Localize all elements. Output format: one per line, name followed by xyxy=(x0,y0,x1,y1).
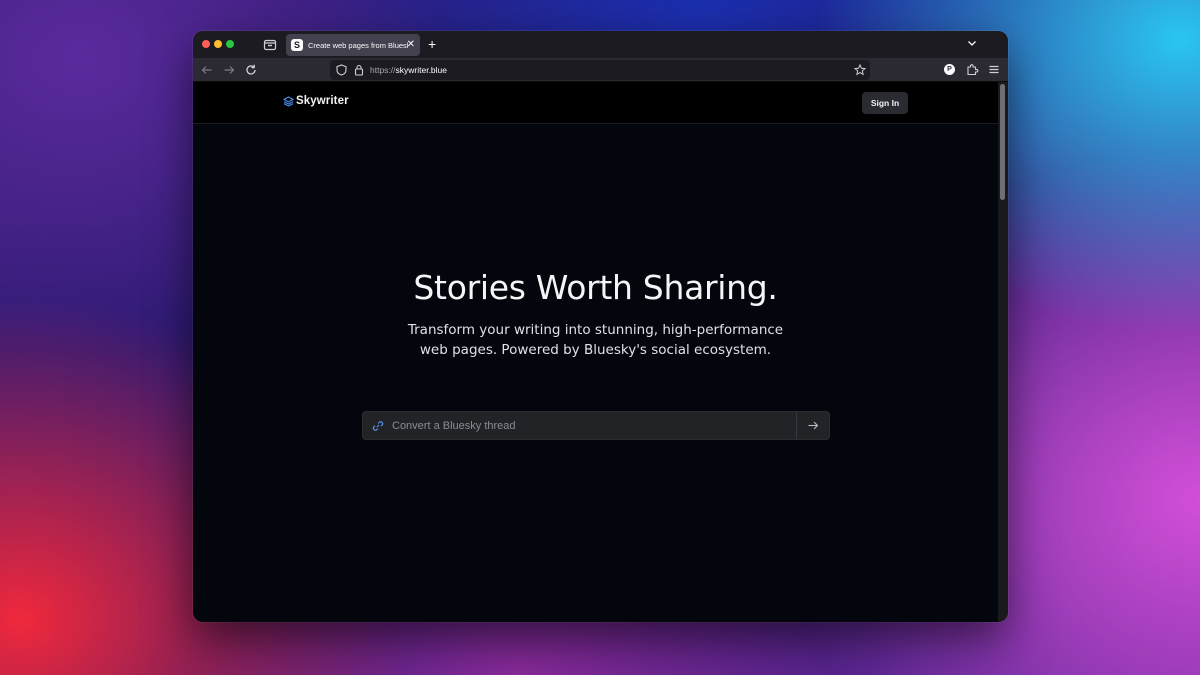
tab-favicon-icon: S xyxy=(291,39,303,51)
url-scheme: https:// xyxy=(370,65,396,75)
url-text[interactable]: https://skywriter.blue xyxy=(370,64,447,76)
bookmark-star-icon[interactable] xyxy=(854,64,866,76)
navigation-toolbar: https://skywriter.blue P xyxy=(193,58,1008,82)
tab-strip: S Create web pages from Bluesky ✕ + xyxy=(193,31,1008,58)
back-arrow-icon[interactable] xyxy=(200,63,214,77)
address-bar[interactable]: https://skywriter.blue xyxy=(330,60,870,80)
browser-window: S Create web pages from Bluesky ✕ + http… xyxy=(193,31,1008,622)
site-header: Skywriter Sign In xyxy=(193,82,998,124)
minimize-window-button[interactable] xyxy=(214,40,222,48)
tab-title: Create web pages from Bluesky xyxy=(308,40,408,50)
chevron-down-icon[interactable] xyxy=(966,37,978,49)
scrollbar-thumb[interactable] xyxy=(1000,84,1005,200)
hero-title: Stories Worth Sharing. xyxy=(413,268,778,307)
close-window-button[interactable] xyxy=(202,40,210,48)
tab-list-icon[interactable] xyxy=(263,38,277,51)
convert-thread-form xyxy=(362,411,830,440)
scrollbar[interactable] xyxy=(998,82,1008,622)
layers-icon xyxy=(283,95,294,107)
hero-subtitle: Transform your writing into stunning, hi… xyxy=(407,322,784,358)
extensions-puzzle-icon[interactable] xyxy=(966,63,979,76)
site-logo[interactable]: Skywriter xyxy=(283,95,349,107)
hamburger-menu-icon[interactable] xyxy=(988,63,1000,76)
maximize-window-button[interactable] xyxy=(226,40,234,48)
forward-arrow-icon[interactable] xyxy=(222,63,236,77)
lock-icon[interactable] xyxy=(354,64,364,76)
logo-text: Skywriter xyxy=(296,95,349,107)
sign-in-button[interactable]: Sign In xyxy=(862,92,908,114)
url-host: skywriter.blue xyxy=(395,65,448,75)
submit-arrow-button[interactable] xyxy=(797,412,829,439)
tab-active[interactable]: S Create web pages from Bluesky ✕ xyxy=(286,34,420,56)
thread-url-input[interactable] xyxy=(392,412,792,439)
link-icon xyxy=(372,420,384,432)
reload-icon[interactable] xyxy=(244,63,258,77)
page-viewport: Skywriter Sign In Stories Worth Sharing.… xyxy=(193,82,998,622)
new-tab-icon[interactable]: + xyxy=(428,36,436,52)
tracking-protection-shield-icon[interactable] xyxy=(336,64,347,76)
extension-icon[interactable]: P xyxy=(944,64,955,75)
tab-close-icon[interactable]: ✕ xyxy=(407,38,415,52)
